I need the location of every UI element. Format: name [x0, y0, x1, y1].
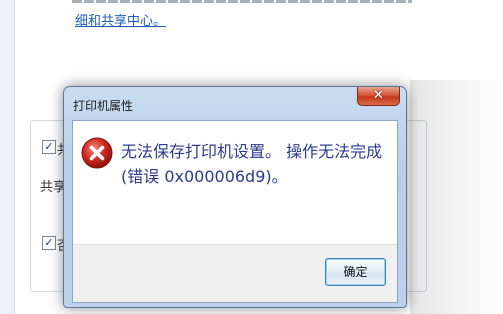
dialog-titlebar[interactable]: 打印机属性 ✕ — [64, 87, 406, 117]
error-message: 无法保存打印机设置。 操作无法完成(错误 0x000006d9)。 — [121, 142, 383, 186]
share-printer-checkbox[interactable]: ✓ — [42, 140, 56, 154]
close-icon: ✕ — [373, 88, 384, 103]
blurred-description-text — [72, 0, 412, 3]
ok-button[interactable]: 确定 — [325, 258, 386, 286]
render-jobs-checkbox[interactable]: ✓ — [42, 236, 56, 250]
network-sharing-center-link[interactable]: 细和共享中心。 — [75, 10, 166, 29]
dialog-title: 打印机属性 — [73, 99, 134, 113]
window-left-edge — [0, 0, 15, 314]
dialog-content: 无法保存打印机设置。 操作无法完成(错误 0x000006d9)。 确定 — [72, 120, 398, 303]
close-button[interactable]: ✕ — [357, 87, 400, 106]
error-dialog: 打印机属性 ✕ 无法保存打印机设置。 操作无法完成(错误 0x000006d9)… — [63, 86, 407, 308]
dialog-shadow — [410, 80, 503, 314]
error-x-icon — [81, 137, 113, 169]
dialog-footer: 确定 — [73, 244, 397, 302]
